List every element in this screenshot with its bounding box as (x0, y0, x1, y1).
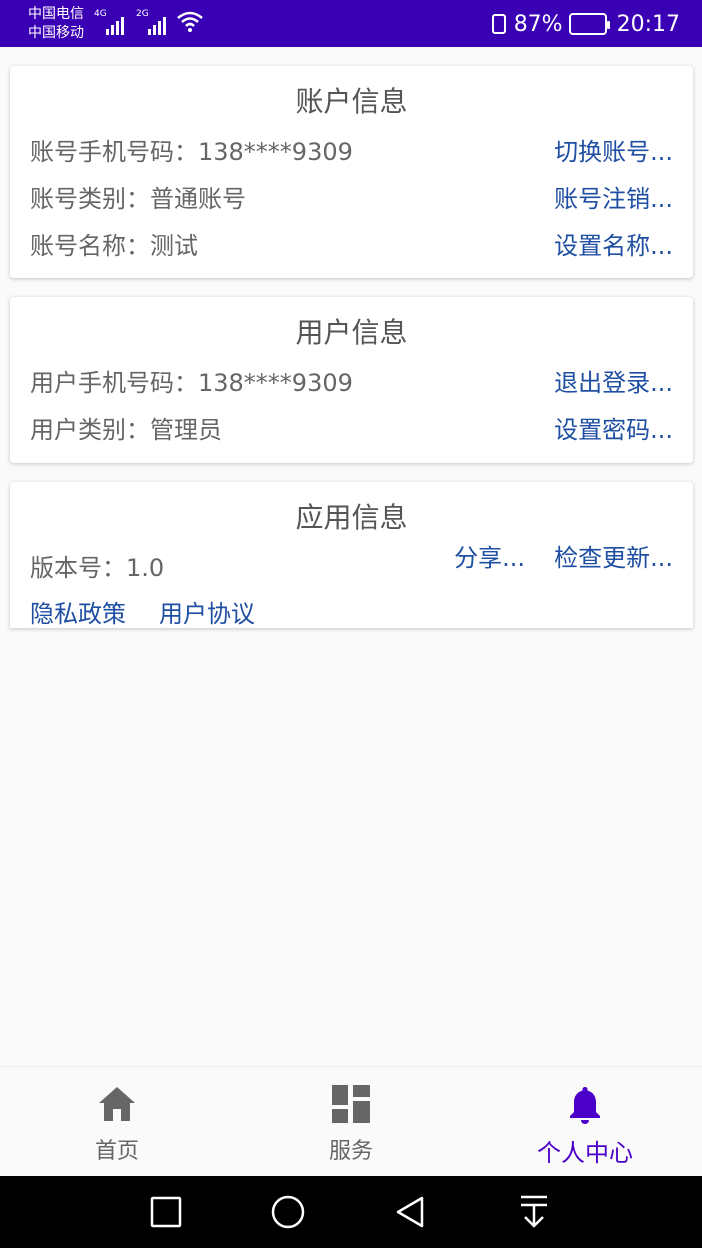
user-phone: 用户手机号码：138****9309 (30, 369, 353, 397)
dashboard-icon (332, 1085, 370, 1123)
card-title: 用户信息 (295, 316, 408, 349)
battery-percent: 87% (513, 11, 563, 37)
carrier-2: 中国移动 (28, 25, 84, 41)
switch-account-button[interactable]: 切换账号... (554, 132, 673, 167)
back-icon[interactable] (394, 1195, 426, 1229)
user-info-card: 用户信息 用户手机号码：138****9309 退出登录... 用户类别：管理员… (10, 297, 693, 463)
tab-profile[interactable]: 个人中心 (468, 1067, 702, 1177)
check-update-button[interactable]: 检查更新... (554, 538, 673, 573)
user-agreement-link[interactable]: 用户协议 (159, 594, 255, 629)
account-phone: 账号手机号码：138****9309 (30, 138, 353, 166)
share-button[interactable]: 分享... (454, 538, 525, 573)
privacy-policy-link[interactable]: 隐私政策 (30, 594, 126, 629)
bell-icon (570, 1087, 600, 1124)
carrier-names: 中国电信 中国移动 (28, 5, 84, 43)
tab-label: 个人中心 (537, 1139, 633, 1167)
set-password-button[interactable]: 设置密码... (554, 410, 673, 445)
account-name: 账号名称：测试 (30, 232, 198, 260)
bottom-navigation: 首页 服务 个人中心 (0, 1066, 702, 1176)
clock: 20:17 (616, 11, 680, 37)
card-title: 账户信息 (295, 85, 408, 118)
tab-label: 服务 (328, 1139, 373, 1164)
tab-label: 首页 (94, 1139, 139, 1164)
notification-pulldown-icon[interactable] (518, 1194, 550, 1230)
version-number: 版本号：1.0 (30, 554, 165, 582)
account-type: 账号类别：普通账号 (30, 185, 246, 213)
card-title: 应用信息 (295, 501, 408, 534)
status-right: 87% 20:17 (491, 8, 680, 40)
set-name-button[interactable]: 设置名称... (554, 226, 673, 261)
cancel-account-button[interactable]: 账号注销... (554, 179, 673, 214)
status-bar: 中国电信 中国移动 4G 2G 87% 20:17 (0, 0, 702, 47)
home-circle-icon[interactable] (271, 1195, 305, 1229)
app-info-card: 应用信息 版本号：1.0 分享... 检查更新... 隐私政策 用户协议 (10, 482, 693, 628)
tab-home[interactable]: 首页 (0, 1067, 234, 1177)
account-info-card: 账户信息 账号手机号码：138****9309 切换账号... 账号类别：普通账… (10, 66, 693, 278)
signal-sim1-icon: 4G (94, 9, 124, 35)
tab-services[interactable]: 服务 (234, 1067, 468, 1177)
recent-apps-icon[interactable] (150, 1196, 182, 1228)
vibrate-icon (491, 14, 506, 34)
user-type: 用户类别：管理员 (30, 416, 222, 444)
wifi-icon (177, 11, 203, 32)
battery-icon (568, 13, 610, 35)
carrier-1: 中国电信 (28, 6, 84, 22)
home-icon (99, 1087, 135, 1121)
signal-sim2-icon: 2G (136, 9, 166, 35)
logout-button[interactable]: 退出登录... (554, 363, 673, 398)
system-navigation-bar (0, 1176, 702, 1248)
